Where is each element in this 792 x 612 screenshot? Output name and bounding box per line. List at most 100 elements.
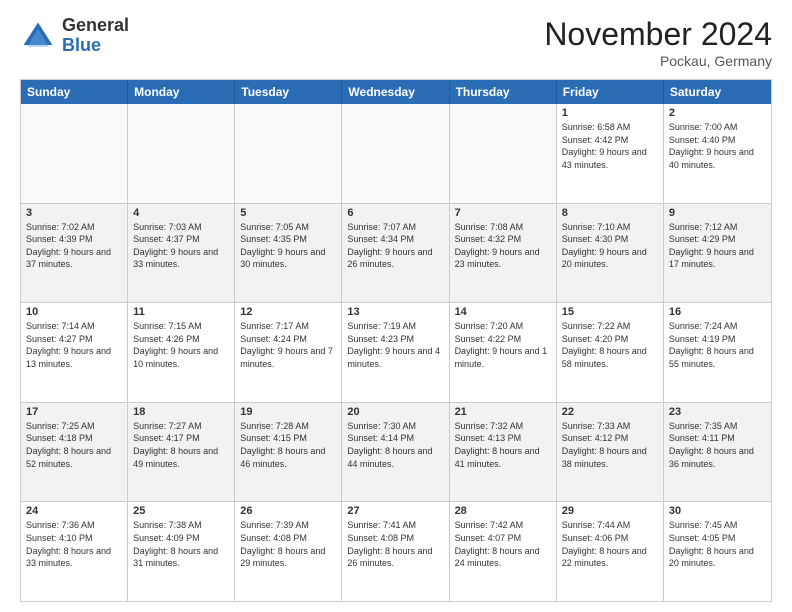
cell-info: Sunrise: 7:33 AMSunset: 4:12 PMDaylight:… — [562, 420, 658, 470]
calendar-row: 10Sunrise: 7:14 AMSunset: 4:27 PMDayligh… — [21, 303, 771, 403]
calendar-cell: 20 Sunrise: 7:30 AMSunset: 4:14 PMDayligh… — [342, 403, 449, 502]
location: Pockau, Germany — [544, 53, 772, 69]
calendar-cell: 23 Sunrise: 7:35 AMSunset: 4:11 PMDayligh… — [664, 403, 771, 502]
calendar-cell: 13 Sunrise: 7:19 AMSunset: 4:23 PMDayligh… — [342, 303, 449, 402]
day-number: 25 — [133, 505, 229, 517]
day-number: 26 — [240, 505, 336, 517]
cell-info: Sunrise: 7:17 AMSunset: 4:24 PMDaylight:… — [240, 320, 336, 370]
title-block: November 2024 Pockau, Germany — [544, 16, 772, 69]
day-number: 13 — [347, 306, 443, 318]
day-number: 15 — [562, 306, 658, 318]
calendar-cell: 26 Sunrise: 7:39 AMSunset: 4:08 PMDayligh… — [235, 502, 342, 601]
cell-info: Sunrise: 7:20 AMSunset: 4:22 PMDaylight:… — [455, 320, 551, 370]
day-number: 4 — [133, 207, 229, 219]
cell-info: Sunrise: 7:12 AMSunset: 4:29 PMDaylight:… — [669, 221, 766, 271]
cell-info: Sunrise: 7:25 AMSunset: 4:18 PMDaylight:… — [26, 420, 122, 470]
day-header-thursday: Thursday — [450, 80, 557, 104]
calendar-cell: 6 Sunrise: 7:07 AMSunset: 4:34 PMDaylight… — [342, 204, 449, 303]
calendar-cell: 15 Sunrise: 7:22 AMSunset: 4:20 PMDayligh… — [557, 303, 664, 402]
calendar-cell: 18Sunrise: 7:27 AMSunset: 4:17 PMDayligh… — [128, 403, 235, 502]
calendar-cell: 24Sunrise: 7:36 AMSunset: 4:10 PMDayligh… — [21, 502, 128, 601]
day-number: 23 — [669, 406, 766, 418]
logo-icon — [20, 18, 56, 54]
calendar-cell: 1 Sunrise: 6:58 AMSunset: 4:42 PMDaylight… — [557, 104, 664, 203]
day-number: 22 — [562, 406, 658, 418]
day-number: 16 — [669, 306, 766, 318]
calendar-cell: 30 Sunrise: 7:45 AMSunset: 4:05 PMDayligh… — [664, 502, 771, 601]
cell-info: Sunrise: 7:45 AMSunset: 4:05 PMDaylight:… — [669, 519, 766, 569]
cell-info: Sunrise: 7:19 AMSunset: 4:23 PMDaylight:… — [347, 320, 443, 370]
calendar-cell: 10Sunrise: 7:14 AMSunset: 4:27 PMDayligh… — [21, 303, 128, 402]
calendar-cell: 7Sunrise: 7:08 AMSunset: 4:32 PMDaylight… — [450, 204, 557, 303]
day-header-tuesday: Tuesday — [235, 80, 342, 104]
calendar-cell — [450, 104, 557, 203]
logo-general-text: General — [62, 16, 129, 36]
day-number: 6 — [347, 207, 443, 219]
day-number: 24 — [26, 505, 122, 517]
calendar-cell: 14 Sunrise: 7:20 AMSunset: 4:22 PMDayligh… — [450, 303, 557, 402]
calendar-cell: 21Sunrise: 7:32 AMSunset: 4:13 PMDayligh… — [450, 403, 557, 502]
cell-info: Sunrise: 7:02 AMSunset: 4:39 PMDaylight:… — [26, 221, 122, 271]
day-number: 28 — [455, 505, 551, 517]
cell-info: Sunrise: 7:05 AMSunset: 4:35 PMDaylight:… — [240, 221, 336, 271]
cell-info: Sunrise: 7:38 AMSunset: 4:09 PMDaylight:… — [133, 519, 229, 569]
page: General Blue November 2024 Pockau, Germa… — [0, 0, 792, 612]
day-number: 8 — [562, 207, 658, 219]
cell-info: Sunrise: 7:03 AMSunset: 4:37 PMDaylight:… — [133, 221, 229, 271]
day-header-sunday: Sunday — [21, 80, 128, 104]
calendar: SundayMondayTuesdayWednesdayThursdayFrid… — [20, 79, 772, 602]
calendar-cell: 29 Sunrise: 7:44 AMSunset: 4:06 PMDayligh… — [557, 502, 664, 601]
day-number: 14 — [455, 306, 551, 318]
calendar-header: SundayMondayTuesdayWednesdayThursdayFrid… — [21, 80, 771, 104]
calendar-cell: 4 Sunrise: 7:03 AMSunset: 4:37 PMDaylight… — [128, 204, 235, 303]
day-number: 3 — [26, 207, 122, 219]
cell-info: Sunrise: 7:07 AMSunset: 4:34 PMDaylight:… — [347, 221, 443, 271]
day-number: 30 — [669, 505, 766, 517]
cell-info: Sunrise: 7:32 AMSunset: 4:13 PMDaylight:… — [455, 420, 551, 470]
calendar-cell — [342, 104, 449, 203]
day-header-monday: Monday — [128, 80, 235, 104]
cell-info: Sunrise: 7:39 AMSunset: 4:08 PMDaylight:… — [240, 519, 336, 569]
day-number: 10 — [26, 306, 122, 318]
calendar-cell: 19 Sunrise: 7:28 AMSunset: 4:15 PMDayligh… — [235, 403, 342, 502]
day-number: 7 — [455, 207, 551, 219]
calendar-cell: 2 Sunrise: 7:00 AMSunset: 4:40 PMDaylight… — [664, 104, 771, 203]
calendar-cell: 11 Sunrise: 7:15 AMSunset: 4:26 PMDayligh… — [128, 303, 235, 402]
calendar-row: 1 Sunrise: 6:58 AMSunset: 4:42 PMDaylight… — [21, 104, 771, 204]
calendar-cell: 12Sunrise: 7:17 AMSunset: 4:24 PMDayligh… — [235, 303, 342, 402]
day-number: 2 — [669, 107, 766, 119]
day-number: 29 — [562, 505, 658, 517]
day-number: 20 — [347, 406, 443, 418]
calendar-cell: 3 Sunrise: 7:02 AMSunset: 4:39 PMDaylight… — [21, 204, 128, 303]
calendar-cell: 16 Sunrise: 7:24 AMSunset: 4:19 PMDayligh… — [664, 303, 771, 402]
calendar-cell — [128, 104, 235, 203]
cell-info: Sunrise: 7:15 AMSunset: 4:26 PMDaylight:… — [133, 320, 229, 370]
calendar-row: 3 Sunrise: 7:02 AMSunset: 4:39 PMDaylight… — [21, 204, 771, 304]
day-number: 1 — [562, 107, 658, 119]
calendar-cell — [21, 104, 128, 203]
calendar-cell — [235, 104, 342, 203]
cell-info: Sunrise: 7:22 AMSunset: 4:20 PMDaylight:… — [562, 320, 658, 370]
calendar-cell: 17Sunrise: 7:25 AMSunset: 4:18 PMDayligh… — [21, 403, 128, 502]
calendar-row: 24Sunrise: 7:36 AMSunset: 4:10 PMDayligh… — [21, 502, 771, 601]
cell-info: Sunrise: 7:35 AMSunset: 4:11 PMDaylight:… — [669, 420, 766, 470]
day-number: 19 — [240, 406, 336, 418]
day-number: 27 — [347, 505, 443, 517]
calendar-cell: 5Sunrise: 7:05 AMSunset: 4:35 PMDaylight… — [235, 204, 342, 303]
day-number: 11 — [133, 306, 229, 318]
day-header-friday: Friday — [557, 80, 664, 104]
month-title: November 2024 — [544, 16, 772, 53]
calendar-cell: 9Sunrise: 7:12 AMSunset: 4:29 PMDaylight… — [664, 204, 771, 303]
calendar-body: 1 Sunrise: 6:58 AMSunset: 4:42 PMDaylight… — [21, 104, 771, 601]
calendar-cell: 28Sunrise: 7:42 AMSunset: 4:07 PMDayligh… — [450, 502, 557, 601]
cell-info: Sunrise: 7:24 AMSunset: 4:19 PMDaylight:… — [669, 320, 766, 370]
calendar-cell: 25 Sunrise: 7:38 AMSunset: 4:09 PMDayligh… — [128, 502, 235, 601]
cell-info: Sunrise: 7:44 AMSunset: 4:06 PMDaylight:… — [562, 519, 658, 569]
day-header-wednesday: Wednesday — [342, 80, 449, 104]
calendar-cell: 22 Sunrise: 7:33 AMSunset: 4:12 PMDayligh… — [557, 403, 664, 502]
header: General Blue November 2024 Pockau, Germa… — [20, 16, 772, 69]
cell-info: Sunrise: 7:28 AMSunset: 4:15 PMDaylight:… — [240, 420, 336, 470]
cell-info: Sunrise: 7:30 AMSunset: 4:14 PMDaylight:… — [347, 420, 443, 470]
cell-info: Sunrise: 6:58 AMSunset: 4:42 PMDaylight:… — [562, 121, 658, 171]
cell-info: Sunrise: 7:00 AMSunset: 4:40 PMDaylight:… — [669, 121, 766, 171]
